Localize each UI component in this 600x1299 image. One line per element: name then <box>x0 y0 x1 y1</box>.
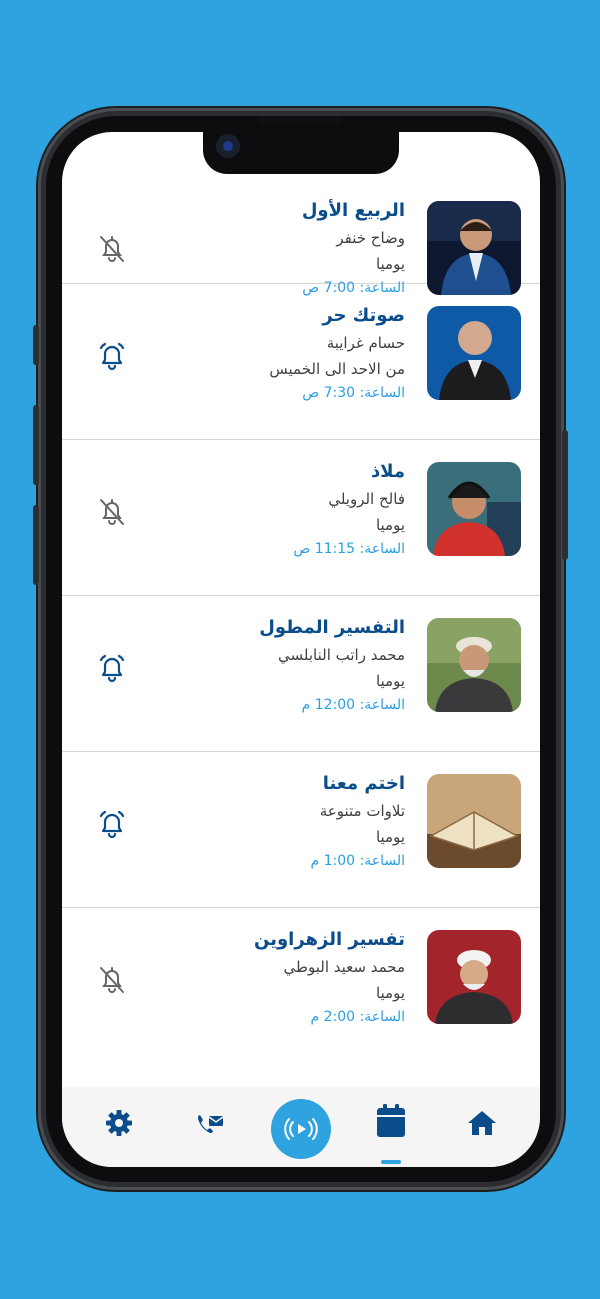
side-button-power <box>562 430 568 560</box>
program-title: الربيع الأول <box>301 200 405 221</box>
settings-icon[interactable] <box>103 1107 135 1139</box>
program-title: اختم معنا <box>322 773 405 794</box>
list-item[interactable]: صوتك حر حسام غرايبة من الاحد الى الخميس … <box>62 284 540 440</box>
phone-mail-icon[interactable] <box>194 1107 226 1139</box>
program-time: الساعة: 2:00 م <box>310 1009 405 1025</box>
program-days: يوميا <box>375 516 405 534</box>
schedule-list: الربيع الأول وضاح خنفر يوميا الساعة: 7:0… <box>62 179 540 1064</box>
program-info: ملاذ فالح الرويلي يوميا الساعة: 11:15 ص <box>293 458 405 560</box>
speaker-grille <box>258 117 342 123</box>
program-thumbnail <box>427 462 521 556</box>
program-days: يوميا <box>375 984 405 1002</box>
live-radio-button[interactable] <box>271 1099 331 1159</box>
program-thumbnail <box>427 306 521 400</box>
alarm-bell-icon[interactable] <box>95 339 129 373</box>
program-time: الساعة: 12:00 م <box>301 697 405 713</box>
program-days: يوميا <box>375 672 405 690</box>
program-title: تفسير الزهراوين <box>254 929 405 950</box>
program-days: يوميا <box>375 828 405 846</box>
program-time: الساعة: 11:15 ص <box>293 541 405 557</box>
program-info: اختم معنا تلاوات متنوعة يوميا الساعة: 1:… <box>310 770 405 872</box>
side-button-volume-down <box>33 505 39 585</box>
list-item[interactable]: اختم معنا تلاوات متنوعة يوميا الساعة: 1:… <box>62 752 540 908</box>
list-item[interactable]: تفسير الزهراوين محمد سعيد البوطي يوميا ا… <box>62 908 540 1064</box>
program-host: وضاح خنفر <box>336 229 405 247</box>
program-info: صوتك حر حسام غرايبة من الاحد الى الخميس … <box>269 302 405 404</box>
program-host: تلاوات متنوعة <box>319 802 405 820</box>
app-screen: الربيع الأول وضاح خنفر يوميا الساعة: 7:0… <box>62 132 540 1167</box>
program-info: تفسير الزهراوين محمد سعيد البوطي يوميا ا… <box>254 926 405 1028</box>
alarm-bell-icon[interactable] <box>95 651 129 685</box>
program-days: يوميا <box>375 255 405 273</box>
side-button-mute <box>33 325 39 365</box>
live-radio-icon <box>284 1118 318 1140</box>
bell-off-icon[interactable] <box>95 232 129 266</box>
program-thumbnail <box>427 930 521 1024</box>
program-title: صوتك حر <box>322 305 405 326</box>
bell-off-icon[interactable] <box>95 963 129 997</box>
program-thumbnail <box>427 618 521 712</box>
program-info: التفسير المطول محمد راتب النابلسي يوميا … <box>259 614 405 716</box>
home-icon[interactable] <box>466 1107 498 1139</box>
bottom-nav <box>62 1087 540 1167</box>
calendar-icon[interactable] <box>375 1103 407 1137</box>
program-time: الساعة: 7:30 ص <box>302 385 405 401</box>
program-title: ملاذ <box>370 461 405 482</box>
alarm-bell-icon[interactable] <box>95 807 129 841</box>
program-host: فالح الرويلي <box>328 490 405 508</box>
list-item[interactable]: التفسير المطول محمد راتب النابلسي يوميا … <box>62 596 540 752</box>
program-host: محمد راتب النابلسي <box>278 646 405 664</box>
bell-off-icon[interactable] <box>95 495 129 529</box>
program-days: من الاحد الى الخميس <box>269 360 405 378</box>
list-item[interactable]: ملاذ فالح الرويلي يوميا الساعة: 11:15 ص <box>62 440 540 596</box>
program-title: التفسير المطول <box>259 617 405 638</box>
program-time: الساعة: 1:00 م <box>310 853 405 869</box>
front-camera <box>216 134 240 158</box>
active-tab-indicator <box>381 1160 401 1164</box>
program-thumbnail <box>427 774 521 868</box>
program-host: محمد سعيد البوطي <box>283 958 405 976</box>
program-thumbnail <box>427 201 521 295</box>
side-button-volume-up <box>33 405 39 485</box>
program-host: حسام غرايبة <box>326 334 405 352</box>
